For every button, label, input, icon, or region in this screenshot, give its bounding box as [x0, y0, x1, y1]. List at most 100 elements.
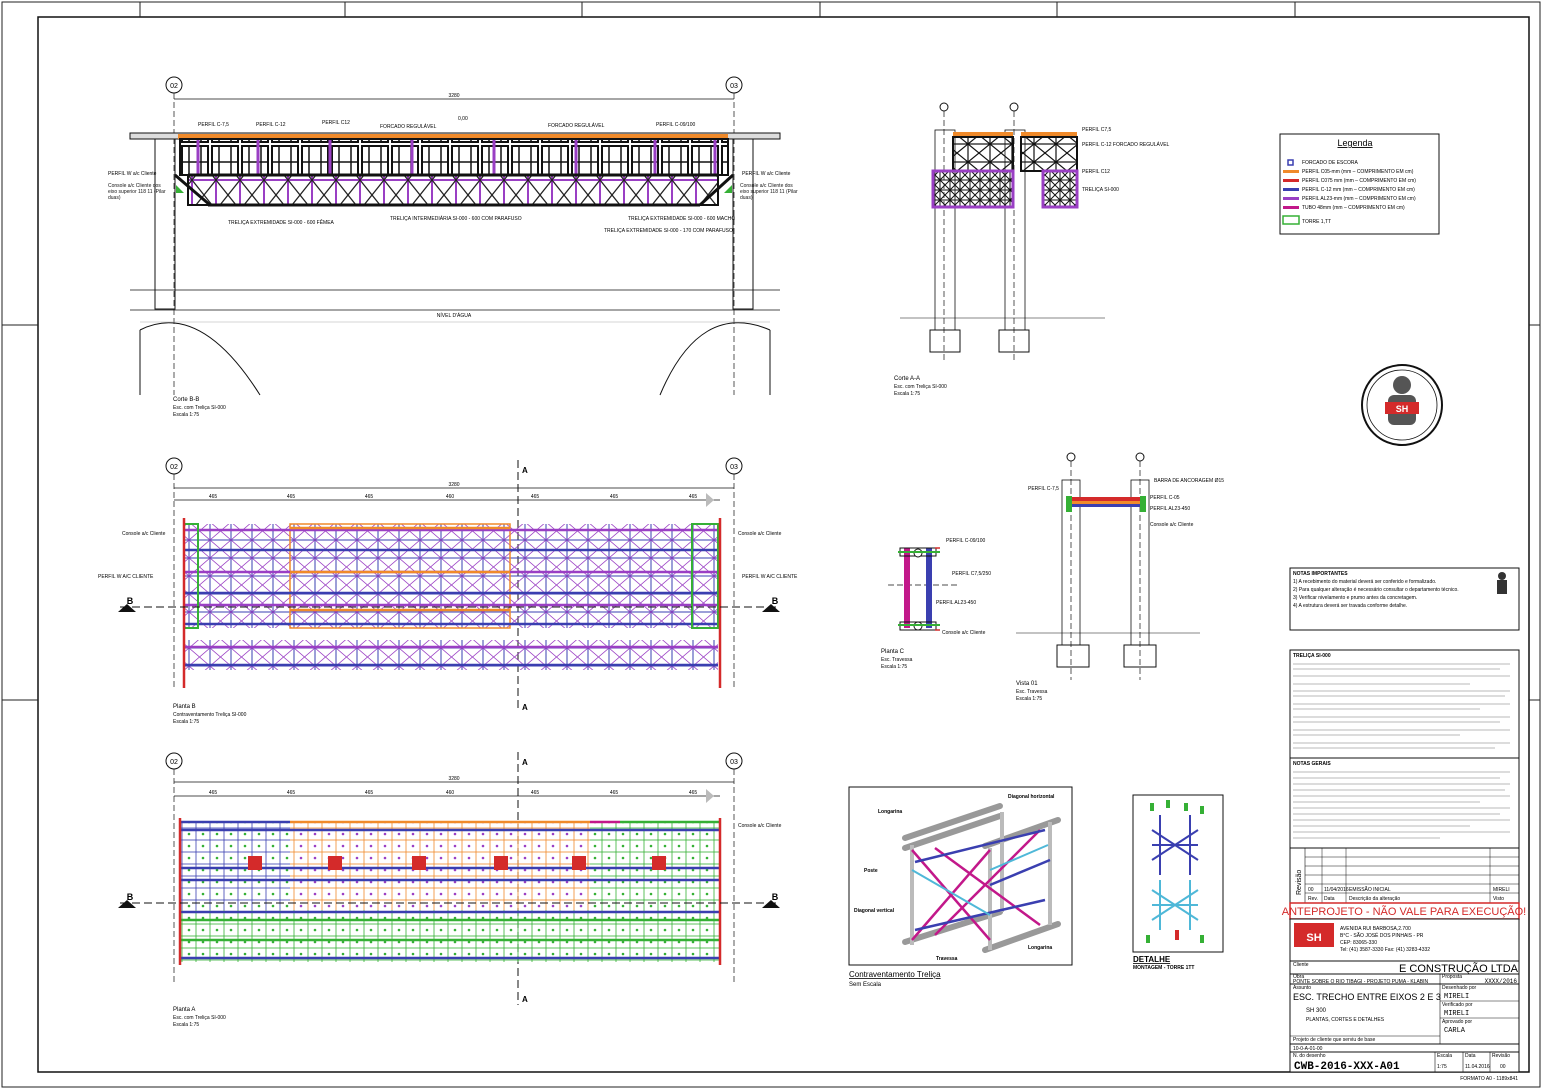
view-scale: Escala 1:75: [881, 664, 907, 670]
iso-label-longarina: Longarina: [878, 809, 902, 815]
view-scale: Escala 1:75: [173, 1022, 199, 1028]
view-title: Planta C: [881, 649, 905, 655]
iso-label-poste: Poste: [864, 868, 878, 874]
legend-item: FORCADO DE ESCORA: [1302, 160, 1359, 166]
aa-label-c12: PERFIL C12: [1082, 169, 1110, 175]
view-subtitle: Esc. com Treliça SI-000: [173, 1015, 226, 1021]
span-dim: 465: [209, 494, 218, 500]
view-subtitle: Esc. com Treliça SI-000: [173, 405, 226, 411]
label-perfil-w-left: PERFIL W a/c Cliente: [108, 171, 157, 177]
section-cut-b-right: B: [762, 892, 780, 908]
date-value: 11.04.2016: [1465, 1064, 1490, 1070]
span-dim: 465: [689, 790, 698, 796]
c-label-console: Console a/c Cliente: [942, 630, 986, 636]
axis-label: 03: [730, 83, 738, 90]
sub-subject: PLANTAS, CORTES E DETALHES: [1306, 1017, 1385, 1023]
plan-a: 02 03 A A 3280 465 465 465 460 465 465 4…: [118, 752, 782, 1028]
iso-label-travessa: Travessa: [936, 956, 958, 962]
note-line: 4) A estrutura deverá ser travada confor…: [1293, 603, 1407, 609]
note-line: 3) Verificar nivelamento e prumo antes d…: [1293, 595, 1417, 601]
legend-item: PERFIL C-12 mm (mm – COMPRIMENTO EM cm): [1302, 187, 1415, 193]
view-title: Vista 01: [1016, 681, 1038, 687]
aa-label-c75: PERFIL C7,5: [1082, 127, 1111, 133]
cut-label: B: [772, 892, 779, 902]
console-right-label: Console a/c Cliente: [738, 531, 782, 537]
svg-text:SH: SH: [1396, 404, 1409, 414]
axis-label: 03: [730, 759, 738, 766]
revision-table: Revisão 00 11/04/2016 EMISSÃO INICIAL MI…: [1289, 847, 1520, 904]
address-line: AVENIDA RUI BARBOSA,2.700: [1340, 926, 1411, 932]
drawn-label: Desenhado por: [1442, 985, 1477, 991]
drawing-sheet: 02 03 3280 NÍVEL D'ÁGUA PERFIL C-7,5 PER…: [1, 1, 1541, 1088]
section-bb: 02 03 3280 NÍVEL D'ÁGUA PERFIL C-7,5 PER…: [108, 76, 798, 418]
plan-c: PERFIL C-09/100 PERFIL C7,5/250 PERFIL A…: [881, 538, 991, 670]
legend-item: TUBO 48mm (mm – COMPRIMENTO EM cm): [1302, 205, 1405, 211]
span-dim: 465: [365, 790, 374, 796]
dimension-total: 3280: [448, 482, 459, 488]
span-dim: 460: [446, 790, 455, 796]
iso-label-diagonal-h: Diagonal horizontal: [1008, 794, 1055, 800]
proposal-label: Proposta: [1442, 974, 1462, 980]
rev-header: Data: [1324, 896, 1335, 902]
label-forcado-2: FORCADO REGULÁVEL: [548, 122, 605, 129]
label-trelica-int: TRELIÇA INTERMEDIÁRIA SI-000 - 600 COM P…: [390, 215, 522, 222]
company-seal-icon: SH: [1361, 364, 1443, 446]
legend-item: PERFIL AL23-mm (mm – COMPRIMENTO EM cm): [1302, 196, 1416, 202]
dimension-total: 3280: [448, 776, 459, 782]
subject: ESC. TRECHO ENTRE EIXOS 2 E 3: [1293, 992, 1441, 1002]
label-trelica-femea: TRELIÇA EXTREMIDADE SI-000 - 600 FÊMEA: [228, 218, 335, 226]
axis-label: 02: [170, 83, 178, 90]
view-subtitle: Esc. com Treliça SI-000: [894, 384, 947, 390]
section-cut-b-left: B: [118, 596, 136, 612]
project-ref-label: Projeto de cliente que serviu de base: [1293, 1037, 1375, 1043]
cut-label: B: [772, 596, 779, 606]
plan-b: 02 03 A A 3280 465 465 465 460 465 465 4…: [98, 457, 798, 725]
view-subtitle: Contraventamento Treliça SI-000: [173, 712, 247, 718]
section-cut-b-right: B: [762, 596, 780, 612]
rev-date: 11/04/2016: [1324, 887, 1349, 893]
legend-item: PERFIL C075 mm (mm – COMPRIMENTO EM cm): [1302, 178, 1416, 184]
legend-title: Legenda: [1337, 138, 1372, 148]
view-subtitle: Sem Escala: [849, 982, 882, 988]
scale-label: Escala: [1437, 1053, 1452, 1059]
legend-item: PERFIL C05-mm (mm – COMPRIMENTO EM cm): [1302, 169, 1414, 175]
view-subtitle: Esc. Travessa: [881, 657, 913, 663]
worker-icon: [1497, 572, 1507, 594]
label-perfil-c12: PERFIL C-12: [256, 122, 286, 128]
dimension-total: 3280: [448, 93, 459, 99]
v01-label-barra: BARRA DE ANCORAGEM Ø15: [1154, 478, 1224, 484]
project-ref: 10-0-A-01-00: [1293, 1046, 1323, 1052]
rev-description: EMISSÃO INICIAL: [1349, 886, 1391, 893]
section-mark-a: A: [522, 703, 528, 712]
section-cut-b-left: B: [118, 892, 136, 908]
span-dim: 460: [446, 494, 455, 500]
cut-label: B: [127, 892, 134, 902]
subject-label: Assunto: [1293, 985, 1311, 991]
aa-label-trelica: TRELIÇA SI-000: [1082, 187, 1119, 193]
rev-number: 00: [1308, 887, 1314, 893]
span-dim: 465: [531, 790, 540, 796]
logo-text: SH: [1306, 932, 1321, 944]
axis-bubble-02: 02: [165, 76, 183, 94]
span-dim: 465: [689, 494, 698, 500]
span-dim: 465: [531, 494, 540, 500]
detail-title: DETALHE: [1133, 955, 1171, 964]
v01-label-al: PERFIL AL23-450: [1150, 506, 1190, 512]
label-level: 0,00: [458, 116, 468, 122]
section-mark-a: A: [522, 758, 528, 767]
legend: Legenda FORCADO DE ESCORA PERFIL C05-mm …: [1279, 133, 1440, 235]
checked-label: Verificado por: [1442, 1002, 1473, 1008]
rev-by: MIRELI: [1493, 887, 1510, 893]
detail-subtitle: MONTAGEM - TORRE 1TT: [1133, 965, 1194, 971]
span-dim: 465: [287, 494, 296, 500]
checked-by: MIRELI: [1444, 1010, 1469, 1018]
aa-label-c12-forcado: PERFIL C-12 FORCADO REGULÁVEL: [1082, 141, 1170, 148]
title-block: ANTEPROJETO - NÃO VALE PARA EXECUÇÃO! SH…: [1282, 902, 1526, 1082]
revision-label: Revisão: [1492, 1053, 1510, 1059]
view-title: Contraventamento Treliça: [849, 970, 941, 979]
label-perfil-c75: PERFIL C-7,5: [198, 122, 229, 128]
v01-label-console: Console a/c Cliente: [1150, 522, 1194, 528]
company-logo-icon: SH: [1294, 923, 1334, 947]
address-line: CEP: 83065-330: [1340, 940, 1377, 946]
sub-subject: SH 300: [1306, 1008, 1327, 1014]
